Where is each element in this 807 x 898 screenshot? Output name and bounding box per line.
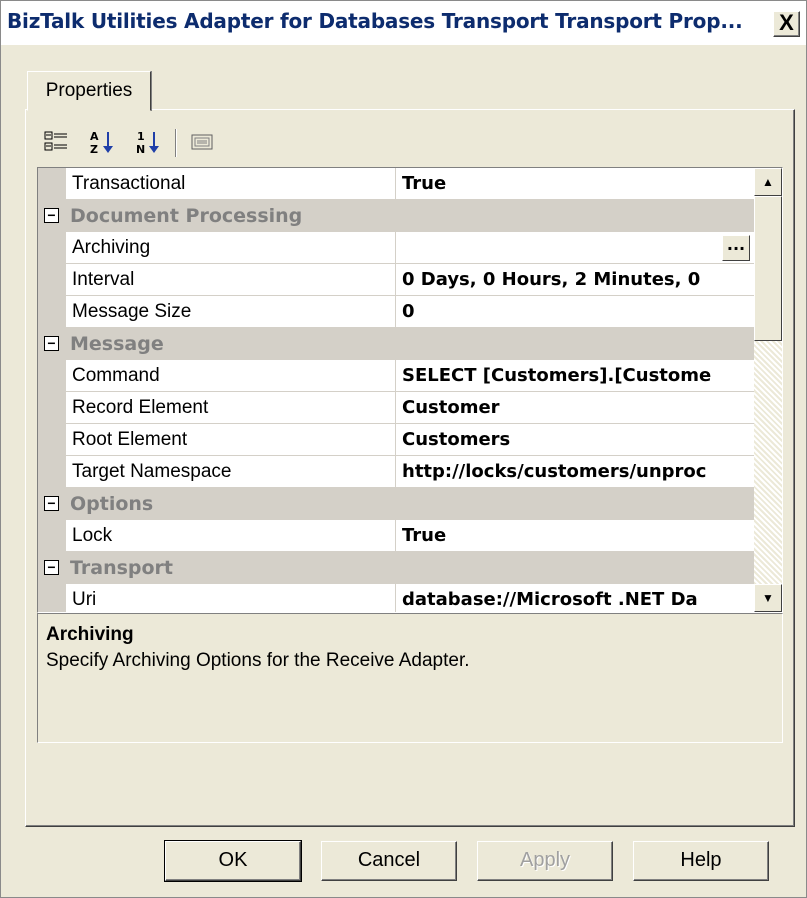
alphabetical-icon[interactable]: AZ <box>89 129 115 156</box>
row-margin <box>38 264 66 296</box>
category-transport[interactable]: − Transport <box>38 552 754 584</box>
property-row-interval[interactable]: Interval 0 Days, 0 Hours, 2 Minutes, 0 <box>38 264 754 296</box>
svg-text:1: 1 <box>137 130 145 143</box>
svg-text:N: N <box>136 143 145 155</box>
row-margin <box>38 584 66 612</box>
property-name: Target Namespace <box>66 456 396 488</box>
property-value[interactable]: True <box>396 168 754 200</box>
property-value[interactable]: Customers <box>396 424 754 456</box>
row-margin <box>38 360 66 392</box>
property-row-archiving[interactable]: Archiving ... <box>38 232 754 264</box>
collapse-icon[interactable]: − <box>44 496 59 511</box>
category-label: Options <box>70 493 154 515</box>
scroll-down-button[interactable]: ▼ <box>754 584 782 612</box>
property-value[interactable]: 0 Days, 0 Hours, 2 Minutes, 0 <box>396 264 754 296</box>
property-row-target-namespace[interactable]: Target Namespace http://locks/customers/… <box>38 456 754 488</box>
property-name: Uri <box>66 584 396 612</box>
svg-text:A: A <box>90 130 99 143</box>
collapse-icon[interactable]: − <box>44 208 59 223</box>
category-label: Transport <box>70 557 174 579</box>
property-name: Record Element <box>66 392 396 424</box>
property-row-root-element[interactable]: Root Element Customers <box>38 424 754 456</box>
description-title: Archiving <box>46 624 134 645</box>
collapse-icon[interactable]: − <box>44 560 59 575</box>
ellipsis-button[interactable]: ... <box>722 235 750 261</box>
category-label: Document Processing <box>70 205 303 227</box>
property-value[interactable]: 0 <box>396 296 754 328</box>
property-name: Root Element <box>66 424 396 456</box>
property-row-message-size[interactable]: Message Size 0 <box>38 296 754 328</box>
row-margin <box>38 520 66 552</box>
categorized-icon[interactable] <box>43 129 69 155</box>
category-label: Message <box>70 333 164 355</box>
property-name: Lock <box>66 520 396 552</box>
toolbar-separator <box>175 129 177 157</box>
collapse-icon[interactable]: − <box>44 336 59 351</box>
row-margin <box>38 456 66 488</box>
scroll-up-button[interactable]: ▲ <box>754 168 782 196</box>
description-panel: Archiving Specify Archiving Options for … <box>37 613 783 743</box>
property-grid-toolbar: AZ 1N <box>37 119 783 167</box>
cancel-button[interactable]: Cancel <box>321 841 457 881</box>
apply-button[interactable]: Apply <box>477 841 613 881</box>
property-row-uri[interactable]: Uri database://Microsoft .NET Da <box>38 584 754 612</box>
sort-numeric-icon[interactable]: 1N <box>135 129 161 156</box>
tab-properties[interactable]: Properties <box>27 71 151 111</box>
property-pages-icon[interactable] <box>189 129 215 155</box>
property-row-lock[interactable]: Lock True <box>38 520 754 552</box>
vertical-scrollbar[interactable]: ▲ ▼ <box>754 168 782 612</box>
property-name: Message Size <box>66 296 396 328</box>
svg-text:Z: Z <box>90 143 98 155</box>
row-margin <box>38 168 66 200</box>
row-margin <box>38 232 66 264</box>
description-text: Specify Archiving Options for the Receiv… <box>46 650 470 671</box>
row-margin <box>38 392 66 424</box>
help-button[interactable]: Help <box>633 841 769 881</box>
property-value[interactable]: database://Microsoft .NET Da <box>396 584 754 612</box>
property-value[interactable]: Customer <box>396 392 754 424</box>
property-name: Archiving <box>66 232 396 264</box>
window-title: BizTalk Utilities Adapter for Databases … <box>7 9 743 33</box>
row-margin <box>38 296 66 328</box>
ok-button[interactable]: OK <box>164 840 302 882</box>
property-value[interactable]: SELECT [Customers].[Custome <box>396 360 754 392</box>
property-value[interactable]: http://locks/customers/unproc <box>396 456 754 488</box>
property-value[interactable]: True <box>396 520 754 552</box>
property-row-command[interactable]: Command SELECT [Customers].[Custome <box>38 360 754 392</box>
property-name: Transactional <box>66 168 396 200</box>
property-name: Command <box>66 360 396 392</box>
property-grid: Transactional True − Document Processing… <box>37 167 783 613</box>
category-options[interactable]: − Options <box>38 488 754 520</box>
category-message[interactable]: − Message <box>38 328 754 360</box>
property-name: Interval <box>66 264 396 296</box>
property-row-transactional[interactable]: Transactional True <box>38 168 754 200</box>
properties-dialog: BizTalk Utilities Adapter for Databases … <box>0 0 807 898</box>
title-bar[interactable]: BizTalk Utilities Adapter for Databases … <box>1 1 806 45</box>
scroll-thumb[interactable] <box>754 196 782 341</box>
close-button[interactable]: X <box>773 11 800 37</box>
apply-label: Apply <box>519 849 571 871</box>
row-margin <box>38 424 66 456</box>
property-value[interactable]: ... <box>396 232 754 264</box>
property-row-record-element[interactable]: Record Element Customer <box>38 392 754 424</box>
category-document-processing[interactable]: − Document Processing <box>38 200 754 232</box>
